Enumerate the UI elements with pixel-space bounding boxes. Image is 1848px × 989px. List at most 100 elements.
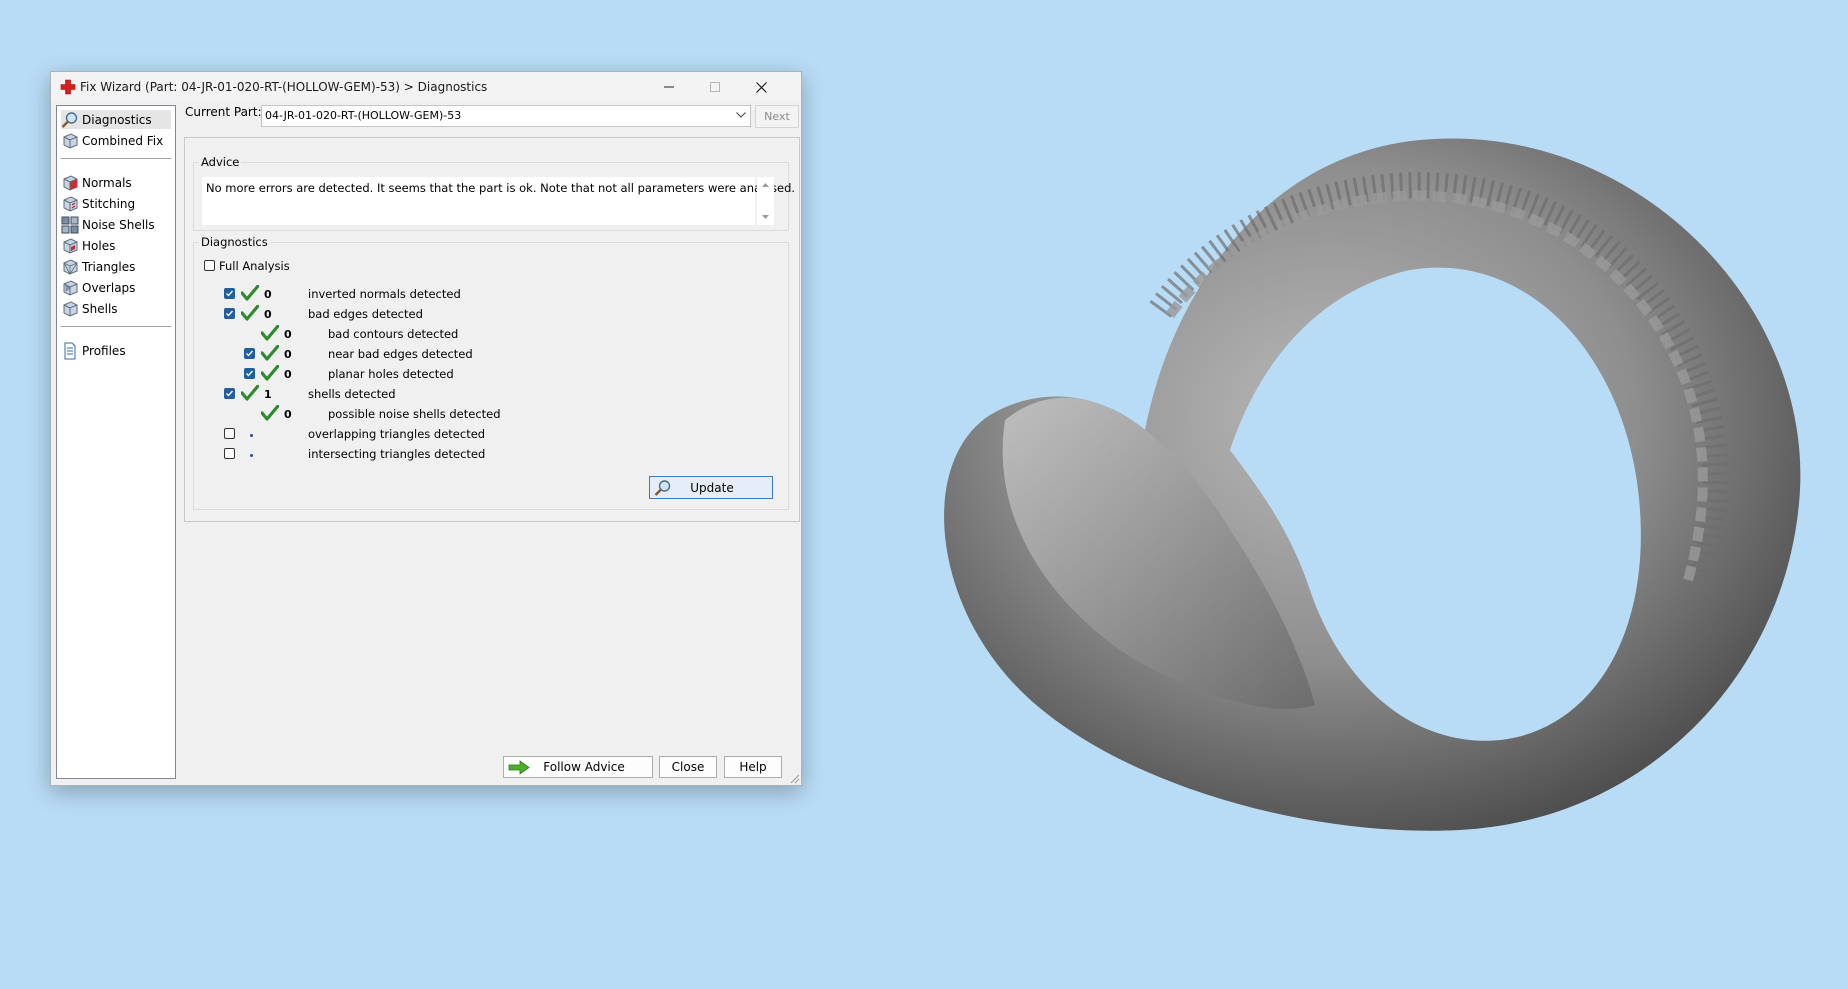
- advice-caption: Advice: [199, 155, 242, 169]
- scroll-arrows-icon: [762, 183, 769, 219]
- sidebar-item-noise-shells[interactable]: Noise Shells: [61, 215, 171, 234]
- follow-advice-label: Follow Advice: [543, 760, 625, 774]
- diagnostics-caption: Diagnostics: [199, 235, 270, 249]
- sidebar-item-combined-fix[interactable]: Combined Fix: [61, 131, 171, 150]
- sidebar-item-label: Shells: [82, 301, 118, 316]
- current-part-value: 04-JR-01-020-RT-(HOLLOW-GEM)-53: [265, 109, 462, 122]
- sidebar-item-profiles[interactable]: Profiles: [61, 341, 171, 360]
- sidebar-item-label: Noise Shells: [82, 217, 155, 232]
- green-check-icon: [261, 405, 279, 421]
- update-button[interactable]: Update: [649, 476, 773, 499]
- green-check-icon: [261, 325, 279, 341]
- diag-count: 0: [284, 408, 292, 421]
- title-bar[interactable]: Fix Wizard (Part: 04-JR-01-020-RT-(HOLLO…: [51, 72, 801, 102]
- advice-group: Advice No more errors are detected. It s…: [193, 155, 795, 231]
- green-check-icon: [241, 285, 259, 301]
- sidebar-item-triangles[interactable]: Triangles: [61, 257, 171, 276]
- next-button-label: Next: [764, 110, 790, 123]
- next-button[interactable]: Next: [755, 105, 799, 128]
- triangles-cube-icon: [63, 258, 78, 275]
- diag-checkbox[interactable]: [224, 308, 235, 319]
- overlaps-cube-icon: [63, 279, 78, 296]
- full-analysis-checkbox[interactable]: [204, 260, 215, 271]
- sidebar-item-label: Holes: [82, 238, 116, 253]
- follow-advice-button[interactable]: Follow Advice: [503, 756, 653, 778]
- full-analysis-label: Full Analysis: [219, 259, 290, 273]
- help-button-label: Help: [739, 760, 767, 774]
- sidebar-item-label: Overlaps: [82, 280, 136, 295]
- current-part-dropdown[interactable]: 04-JR-01-020-RT-(HOLLOW-GEM)-53: [261, 105, 751, 127]
- noise-shells-icon: [61, 216, 79, 233]
- diag-label: inverted normals detected: [308, 287, 461, 301]
- update-button-label: Update: [690, 481, 734, 495]
- magnifier-icon: [61, 111, 78, 128]
- diag-checkbox[interactable]: [244, 368, 255, 379]
- diag-label: intersecting triangles detected: [308, 447, 486, 461]
- sidebar-item-label: Combined Fix: [82, 133, 164, 148]
- chevron-down-icon: [736, 112, 746, 118]
- maximize-button[interactable]: [692, 72, 738, 102]
- green-check-icon: [241, 305, 259, 321]
- sidebar-item-overlaps[interactable]: Overlaps: [61, 278, 171, 297]
- sidebar-item-holes[interactable]: Holes: [61, 236, 171, 255]
- green-check-icon: [261, 345, 279, 361]
- close-button[interactable]: Close: [659, 756, 717, 778]
- diag-count: 0: [264, 308, 272, 321]
- diag-label: bad contours detected: [328, 327, 459, 341]
- maximize-icon: [710, 82, 720, 92]
- sidebar-separator: [61, 158, 171, 159]
- green-check-icon: [241, 385, 259, 401]
- diagnostics-group: Diagnostics: [193, 235, 789, 510]
- sidebar-item-diagnostics[interactable]: Diagnostics: [61, 110, 171, 129]
- pending-dot-icon: [250, 434, 253, 437]
- sidebar-item-label: Diagnostics: [82, 112, 152, 127]
- sidebar-item-label: Triangles: [82, 259, 136, 274]
- close-window-button[interactable]: [738, 72, 784, 102]
- fix-wizard-window: Fix Wizard (Part: 04-JR-01-020-RT-(HOLLO…: [50, 71, 802, 786]
- advice-textbox[interactable]: No more errors are detected. It seems th…: [202, 177, 795, 225]
- diag-label: planar holes detected: [328, 367, 454, 381]
- diag-label: near bad edges detected: [328, 347, 473, 361]
- sidebar-item-stitching[interactable]: Stitching: [61, 194, 171, 213]
- current-part-label: Current Part:: [185, 105, 262, 119]
- holes-cube-icon: [63, 237, 78, 254]
- diag-label: shells detected: [308, 387, 396, 401]
- sidebar-item-label: Stitching: [82, 196, 136, 211]
- sidebar-item-label: Normals: [82, 175, 132, 190]
- diag-label: overlapping triangles detected: [308, 427, 486, 441]
- diag-count: 0: [264, 288, 272, 301]
- cube-icon: [63, 132, 78, 149]
- pending-dot-icon: [250, 454, 253, 457]
- sidebar-item-label: Profiles: [82, 343, 126, 358]
- sidebar-item-normals[interactable]: Normals: [61, 173, 171, 192]
- diag-label: possible noise shells detected: [328, 407, 501, 421]
- normals-cube-icon: [63, 174, 78, 191]
- resize-grip-icon[interactable]: [790, 774, 800, 784]
- red-cross-icon: [60, 79, 76, 95]
- help-button[interactable]: Help: [724, 756, 782, 778]
- minimize-icon: [664, 86, 674, 88]
- window-title: Fix Wizard (Part: 04-JR-01-020-RT-(HOLLO…: [80, 80, 488, 94]
- close-icon: [755, 81, 767, 93]
- close-button-label: Close: [671, 760, 705, 774]
- shells-cube-icon: [63, 300, 78, 317]
- diag-checkbox[interactable]: [224, 388, 235, 399]
- diag-count: 0: [284, 368, 292, 381]
- stitching-cube-icon: [63, 195, 78, 212]
- diag-checkbox[interactable]: [224, 428, 235, 439]
- sidebar-item-shells[interactable]: Shells: [61, 299, 171, 318]
- diag-count: 0: [284, 348, 292, 361]
- diag-checkbox[interactable]: [224, 448, 235, 459]
- minimize-button[interactable]: [646, 72, 692, 102]
- document-icon: [64, 342, 76, 359]
- ring-3d-model[interactable]: [930, 130, 1810, 920]
- diag-label: bad edges detected: [308, 307, 423, 321]
- diag-checkbox[interactable]: [224, 288, 235, 299]
- advice-scrollbar[interactable]: [757, 177, 774, 225]
- diag-count: 0: [284, 328, 292, 341]
- advice-text: No more errors are detected. It seems th…: [206, 181, 796, 195]
- sidebar-separator: [61, 326, 171, 327]
- diag-checkbox[interactable]: [244, 348, 255, 359]
- sidebar-nav: Diagnostics Combined Fix Normals Stitchi…: [56, 105, 176, 779]
- green-check-icon: [261, 365, 279, 381]
